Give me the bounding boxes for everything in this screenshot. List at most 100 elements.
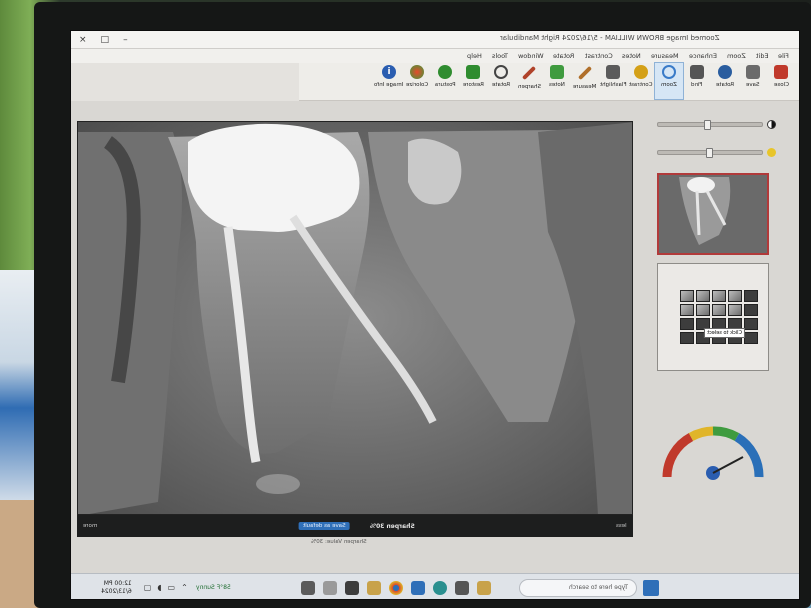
- measure-button[interactable]: Measure: [571, 63, 599, 99]
- gauge-needle: [712, 456, 744, 474]
- chevron-up-icon[interactable]: ⌃: [181, 583, 188, 592]
- find-label: Find: [691, 82, 703, 88]
- taskbar-search[interactable]: Type here to search: [518, 578, 637, 597]
- xray-image-viewer[interactable]: [77, 121, 633, 515]
- zoom-button[interactable]: Zoom: [654, 62, 684, 100]
- gauge-green: [712, 426, 740, 442]
- maximize-window-button[interactable]: □: [101, 35, 110, 45]
- layout-cell[interactable]: [728, 304, 742, 316]
- taskbar: 12:00 PM 6/13/2024 ▢ ◖ ▭ ⌃ 58°F Sunny Ty…: [71, 573, 799, 599]
- close-window-button[interactable]: ×: [79, 35, 87, 45]
- save-button[interactable]: Save: [739, 63, 767, 99]
- contrast-half-icon: [767, 119, 776, 129]
- taskbar-app-icon[interactable]: [454, 580, 469, 595]
- sharpen-button[interactable]: Sharpen: [515, 63, 543, 99]
- layout-cell[interactable]: [744, 290, 758, 302]
- layout-tooltip: Click to select: [704, 328, 745, 338]
- taskbar-clock[interactable]: 12:00 PM 6/13/2024: [101, 580, 132, 596]
- chrome-icon[interactable]: [388, 580, 403, 595]
- flashlight-button[interactable]: Flashlight: [599, 63, 627, 99]
- image-info-label: Image Info: [374, 82, 404, 88]
- save-as-default-button[interactable]: Save as default: [299, 522, 350, 530]
- close-folder-icon: [774, 65, 788, 79]
- layout-cell[interactable]: [680, 332, 694, 344]
- sub-status: Sharpen Value: 30%: [311, 539, 367, 545]
- layout-cell[interactable]: [712, 290, 726, 302]
- taskbar-app-icon[interactable]: [410, 580, 425, 595]
- window-controls: × □ –: [71, 35, 128, 45]
- thumbnail-crown: [687, 177, 715, 193]
- restore-label: Restore: [462, 82, 484, 88]
- rotate-label: Rotate: [715, 82, 734, 88]
- taskbar-date: 6/13/2024: [101, 587, 132, 595]
- image-info-button[interactable]: i Image Info: [374, 63, 404, 99]
- title-bar: × □ – Zoomed Image BROWN WILLIAM - 5/16/…: [71, 31, 799, 49]
- measure-icon: [577, 65, 593, 81]
- viewer-status-bar: more Save as default Sharpen 30% less: [77, 515, 633, 537]
- gamma-slider[interactable]: [657, 147, 763, 158]
- restore-button[interactable]: Restore: [459, 63, 487, 99]
- menu-tools[interactable]: Tools: [492, 52, 508, 60]
- measure-label: Measure: [573, 84, 597, 90]
- posture-label: Postura: [434, 82, 456, 88]
- contrast-icon: [634, 65, 648, 79]
- toolbar-ribbon: Close Save Rotate Find Zoom Contrast Fla…: [299, 62, 799, 101]
- file-explorer-icon[interactable]: [476, 580, 491, 595]
- notes-button[interactable]: Notes: [543, 63, 571, 99]
- rotate-button[interactable]: Rotate: [711, 63, 739, 99]
- workspace: more Save as default Sharpen 30% less Sh…: [71, 101, 799, 573]
- mode-label: Sharpen 30%: [369, 522, 415, 530]
- gamma-slider-thumb[interactable]: [706, 147, 713, 158]
- rotate-icon: [718, 65, 732, 79]
- brightness-slider-thumb[interactable]: [704, 119, 711, 130]
- menu-rotate[interactable]: Rotate: [553, 52, 574, 60]
- layout-cell[interactable]: [696, 304, 710, 316]
- layout-cell[interactable]: [696, 290, 710, 302]
- rotate2-button[interactable]: Rotate: [487, 63, 515, 99]
- find-button[interactable]: Find: [683, 63, 711, 99]
- layout-cell[interactable]: [744, 304, 758, 316]
- taskbar-apps: [300, 580, 491, 595]
- dental-xray: [78, 122, 632, 514]
- menu-zoom[interactable]: Zoom: [727, 52, 746, 60]
- menu-file[interactable]: File: [778, 52, 789, 60]
- image-thumbnail[interactable]: [657, 173, 769, 255]
- menu-notes[interactable]: Notes: [622, 52, 641, 60]
- layout-cell[interactable]: [728, 290, 742, 302]
- speaker-icon[interactable]: ◖: [157, 583, 161, 592]
- taskbar-app-icon[interactable]: [322, 580, 337, 595]
- layout-cell[interactable]: [680, 318, 694, 330]
- layout-cell[interactable]: [680, 290, 694, 302]
- menu-edit[interactable]: Edit: [756, 52, 769, 60]
- notes-icon: [550, 65, 564, 79]
- posture-button[interactable]: Postura: [431, 63, 459, 99]
- layout-cell[interactable]: [680, 304, 694, 316]
- network-icon[interactable]: ▭: [168, 583, 176, 592]
- save-icon: [746, 65, 760, 79]
- menu-contrast[interactable]: Contrast: [585, 52, 613, 60]
- minimize-window-button[interactable]: –: [123, 35, 128, 45]
- windows-start-icon[interactable]: [642, 579, 659, 596]
- menu-measure[interactable]: Measure: [651, 52, 679, 60]
- contrast-button[interactable]: Contrast: [627, 63, 655, 99]
- edge-icon[interactable]: [432, 580, 447, 595]
- close-button[interactable]: Close: [767, 63, 795, 99]
- status-less: less: [616, 523, 627, 529]
- menu-enhance[interactable]: Enhance: [689, 52, 717, 60]
- weather-widget[interactable]: 58°F Sunny: [196, 584, 231, 591]
- taskbar-app-icon[interactable]: [366, 580, 381, 595]
- layout-cell[interactable]: [744, 332, 758, 344]
- colorize-button[interactable]: Colorize: [403, 63, 431, 99]
- layout-cell[interactable]: [744, 318, 758, 330]
- notification-icon[interactable]: ▢: [144, 583, 152, 592]
- menu-bar: Help Tools Window Rotate Contrast Notes …: [71, 49, 799, 63]
- taskbar-app-icon[interactable]: [300, 580, 315, 595]
- brightness-slider[interactable]: [657, 119, 763, 130]
- contrast-label: Contrast: [629, 82, 653, 88]
- colorize-icon: [410, 65, 424, 79]
- layout-cell[interactable]: [712, 304, 726, 316]
- info-icon: i: [382, 65, 396, 79]
- menu-window[interactable]: Window: [518, 52, 544, 60]
- taskbar-app-icon[interactable]: [344, 580, 359, 595]
- menu-help[interactable]: Help: [467, 52, 482, 60]
